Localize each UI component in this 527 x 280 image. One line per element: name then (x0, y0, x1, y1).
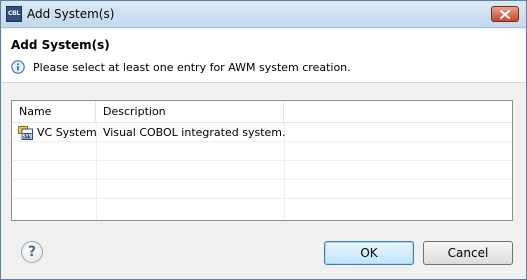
row-description: Visual COBOL integrated system. (103, 126, 286, 139)
title-bar[interactable]: CBL Add System(s) (1, 1, 526, 28)
column-header-empty (284, 101, 512, 123)
svg-text:SYS: SYS (23, 134, 32, 139)
window-title: Add System(s) (27, 7, 115, 21)
ok-button[interactable]: OK (324, 241, 414, 265)
system-icon: SYS (18, 126, 33, 140)
dialog-window: CBL Add System(s) Add System(s) Please s… (0, 0, 527, 280)
info-message: Please select at least one entry for AWM… (33, 61, 351, 74)
dialog-header: Add System(s) Please select at least one… (2, 29, 525, 83)
info-icon (11, 60, 25, 74)
row-name: VC System (37, 126, 97, 139)
table-row (12, 162, 512, 180)
table-row[interactable]: SYS VC System Visual COBOL integrated sy… (12, 124, 512, 142)
table-row (12, 181, 512, 199)
column-header-description[interactable]: Description (96, 101, 284, 123)
cancel-button[interactable]: Cancel (423, 241, 513, 265)
table-header: Name Description (12, 101, 512, 123)
close-button[interactable] (491, 6, 519, 22)
table-row (12, 143, 512, 161)
column-header-name[interactable]: Name (12, 101, 96, 123)
close-icon (500, 9, 510, 19)
page-title: Add System(s) (11, 38, 110, 52)
systems-table[interactable]: Name Description SYS VC System Visual CO… (11, 100, 513, 221)
help-button[interactable]: ? (21, 241, 43, 263)
app-icon: CBL (6, 6, 22, 22)
dialog-footer: ? OK Cancel (2, 229, 525, 279)
